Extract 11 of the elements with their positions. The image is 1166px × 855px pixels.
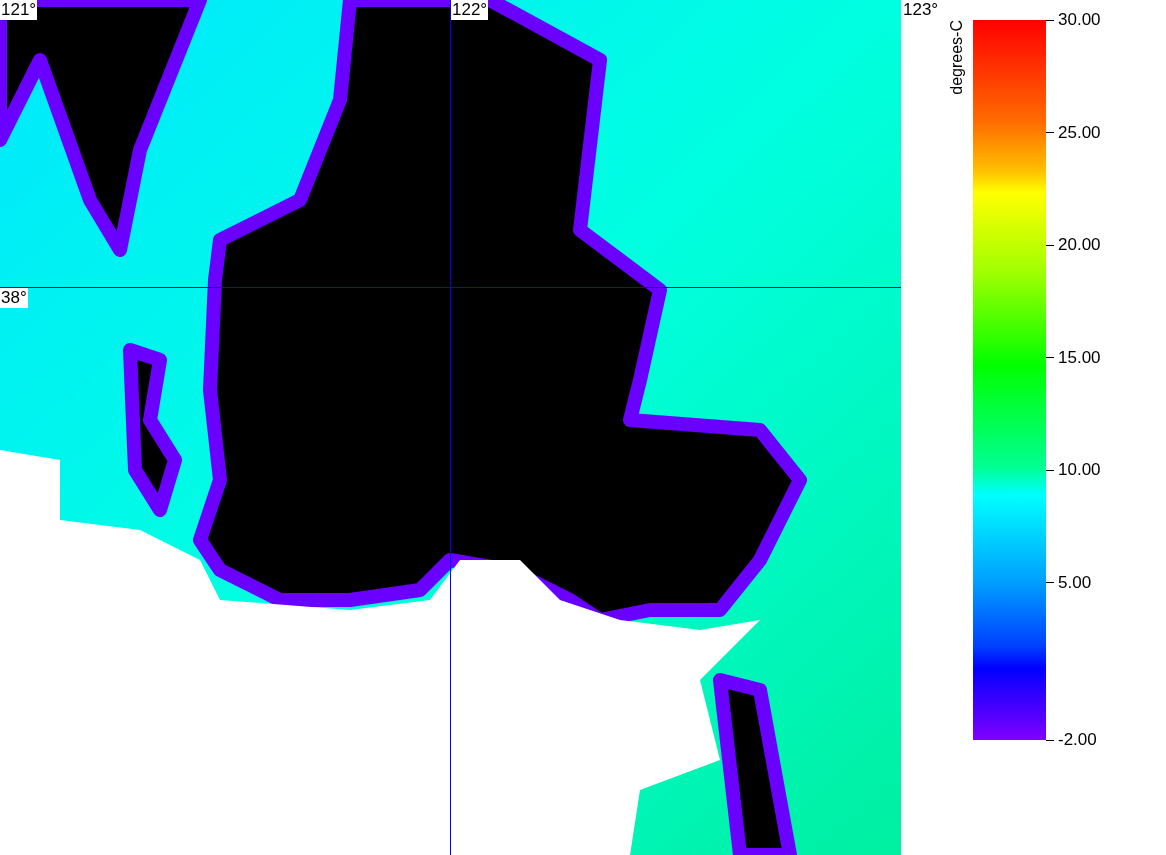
- longitude-label: 122°: [451, 0, 489, 20]
- colorbar-title: degrees-C: [948, 20, 966, 95]
- colorbar-tick-label: 25.00: [1058, 122, 1101, 143]
- colorbar-tick-label: 20.00: [1058, 235, 1101, 255]
- colorbar-tick-label: 10.00: [1058, 460, 1101, 480]
- colorbar-tick-label: -2.00: [1058, 730, 1097, 750]
- longitude-label: 121°: [0, 0, 38, 20]
- latitude-label: 38°: [0, 288, 28, 308]
- colorbar-tick-label: 5.00: [1058, 572, 1092, 593]
- colorbar-tick-label: 30.00: [1058, 10, 1101, 30]
- colorbar-tick-label: 15.00: [1058, 347, 1101, 368]
